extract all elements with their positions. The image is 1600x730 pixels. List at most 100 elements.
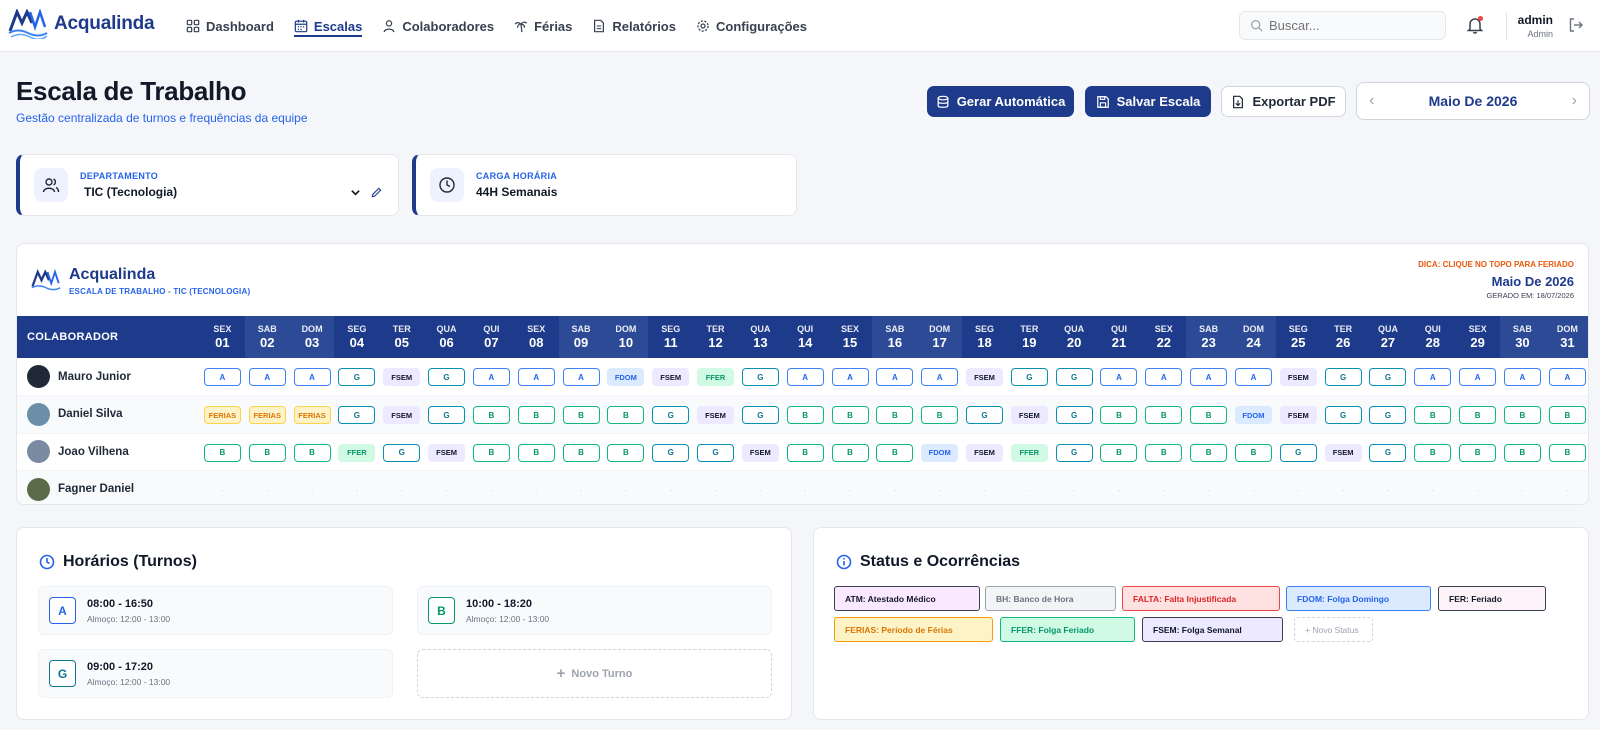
schedule-cell[interactable]: FSEM: [379, 395, 425, 434]
schedule-cell[interactable]: -: [872, 470, 918, 504]
schedule-cell[interactable]: B: [1455, 395, 1501, 434]
schedule-cell[interactable]: B: [468, 395, 514, 434]
schedule-cell[interactable]: B: [1500, 395, 1545, 434]
day-header[interactable]: TER 12: [693, 316, 738, 358]
schedule-cell[interactable]: B: [468, 433, 514, 471]
schedule-cell[interactable]: G: [737, 358, 783, 396]
shift-card-b[interactable]: B 10:00 - 18:20 Almoço: 12:00 - 13:00: [417, 586, 772, 635]
department-select[interactable]: TIC (Tecnologia): [80, 185, 398, 199]
schedule-cell[interactable]: B: [1186, 395, 1232, 434]
schedule-cell[interactable]: G: [1365, 395, 1411, 434]
schedule-cell[interactable]: G: [379, 433, 425, 471]
schedule-cell[interactable]: G: [737, 395, 783, 434]
schedule-cell[interactable]: B: [244, 433, 290, 471]
schedule-cell[interactable]: FSEM: [1275, 358, 1321, 396]
employee[interactable]: Daniel Silva: [17, 402, 200, 426]
schedule-cell[interactable]: B: [603, 395, 649, 434]
status-badge[interactable]: FER: Feriado: [1438, 586, 1546, 611]
schedule-cell[interactable]: -: [737, 470, 783, 504]
schedule-cell[interactable]: G: [648, 395, 694, 434]
day-header[interactable]: SEG 04: [334, 316, 380, 358]
day-header[interactable]: SEG 25: [1275, 316, 1321, 358]
schedule-cell[interactable]: G: [1051, 433, 1097, 471]
day-header[interactable]: SAB 30: [1500, 316, 1545, 358]
status-badge[interactable]: FFER: Folga Feriado: [1000, 617, 1135, 642]
schedule-cell[interactable]: -: [693, 470, 738, 504]
edit-icon[interactable]: [371, 187, 382, 198]
chevron-left-icon[interactable]: ‹: [1369, 92, 1374, 110]
schedule-cell[interactable]: A: [782, 358, 828, 396]
employee[interactable]: Fagner Daniel: [17, 477, 200, 501]
status-badge[interactable]: FDOM: Folga Domingo: [1286, 586, 1431, 611]
day-header[interactable]: DOM 10: [603, 316, 649, 358]
schedule-cell[interactable]: B: [200, 433, 245, 471]
schedule-cell[interactable]: -: [1141, 470, 1187, 504]
schedule-cell[interactable]: -: [424, 470, 469, 504]
schedule-cell[interactable]: -: [827, 470, 873, 504]
schedule-cell[interactable]: G: [334, 358, 380, 396]
schedule-cell[interactable]: A: [1186, 358, 1232, 396]
schedule-cell[interactable]: A: [1141, 358, 1187, 396]
day-header[interactable]: QUI 07: [468, 316, 514, 358]
schedule-cell[interactable]: -: [1365, 470, 1411, 504]
schedule-cell[interactable]: FSEM: [1320, 433, 1366, 471]
schedule-cell[interactable]: B: [1410, 433, 1456, 471]
day-header[interactable]: SEX 08: [513, 316, 559, 358]
schedule-cell[interactable]: B: [1186, 433, 1232, 471]
day-header[interactable]: TER 19: [1006, 316, 1052, 358]
shift-card-g[interactable]: G 09:00 - 17:20 Almoço: 12:00 - 13:00: [38, 649, 393, 698]
schedule-cell[interactable]: -: [558, 470, 604, 504]
schedule-cell[interactable]: G: [334, 395, 380, 434]
status-badge[interactable]: FSEM: Folga Semanal: [1142, 617, 1283, 642]
nav-configuracoes[interactable]: Configurações: [696, 0, 807, 52]
schedule-cell[interactable]: A: [1455, 358, 1501, 396]
schedule-cell[interactable]: B: [917, 395, 963, 434]
schedule-cell[interactable]: -: [1096, 470, 1142, 504]
user-menu[interactable]: admin Admin: [1518, 13, 1553, 39]
day-header[interactable]: TER 26: [1320, 316, 1366, 358]
nav-escalas[interactable]: Escalas: [293, 0, 363, 52]
schedule-cell[interactable]: A: [244, 358, 290, 396]
day-header[interactable]: SEX 15: [827, 316, 873, 358]
schedule-cell[interactable]: -: [334, 470, 380, 504]
day-header[interactable]: DOM 24: [1231, 316, 1276, 358]
schedule-cell[interactable]: FERIAS: [244, 395, 290, 434]
schedule-cell[interactable]: G: [1365, 433, 1411, 471]
schedule-cell[interactable]: A: [1096, 358, 1142, 396]
schedule-cell[interactable]: -: [379, 470, 425, 504]
schedule-cell[interactable]: -: [513, 470, 559, 504]
day-header[interactable]: QUA 13: [737, 316, 783, 358]
day-header[interactable]: SAB 16: [872, 316, 918, 358]
schedule-cell[interactable]: -: [1544, 470, 1588, 504]
day-header[interactable]: SEG 11: [648, 316, 694, 358]
schedule-cell[interactable]: G: [1275, 433, 1321, 471]
day-header[interactable]: SAB 23: [1186, 316, 1232, 358]
schedule-cell[interactable]: A: [200, 358, 245, 396]
schedule-cell[interactable]: A: [289, 358, 335, 396]
day-header[interactable]: QUI 28: [1410, 316, 1456, 358]
schedule-cell[interactable]: A: [558, 358, 604, 396]
schedule-cell[interactable]: B: [1141, 395, 1187, 434]
schedule-cell[interactable]: FSEM: [1006, 395, 1052, 434]
schedule-cell[interactable]: B: [558, 395, 604, 434]
schedule-cell[interactable]: A: [872, 358, 918, 396]
schedule-cell[interactable]: FSEM: [962, 433, 1007, 471]
schedule-cell[interactable]: A: [1410, 358, 1456, 396]
schedule-cell[interactable]: A: [1544, 358, 1588, 396]
logout-icon[interactable]: [1568, 17, 1584, 33]
new-shift-button[interactable]: + Novo Turno: [417, 649, 772, 698]
search-box[interactable]: [1239, 11, 1446, 40]
schedule-cell[interactable]: B: [1231, 433, 1276, 471]
schedule-cell[interactable]: B: [782, 395, 828, 434]
schedule-cell[interactable]: -: [468, 470, 514, 504]
day-header[interactable]: TER 05: [379, 316, 425, 358]
day-header[interactable]: QUA 27: [1365, 316, 1411, 358]
schedule-cell[interactable]: -: [648, 470, 694, 504]
schedule-cell[interactable]: G: [1320, 358, 1366, 396]
day-header[interactable]: SAB 09: [558, 316, 604, 358]
schedule-cell[interactable]: FSEM: [1275, 395, 1321, 434]
schedule-cell[interactable]: G: [424, 358, 469, 396]
schedule-cell[interactable]: B: [1544, 433, 1588, 471]
employee[interactable]: Joao Vilhena: [17, 440, 200, 464]
day-header[interactable]: QUI 14: [782, 316, 828, 358]
